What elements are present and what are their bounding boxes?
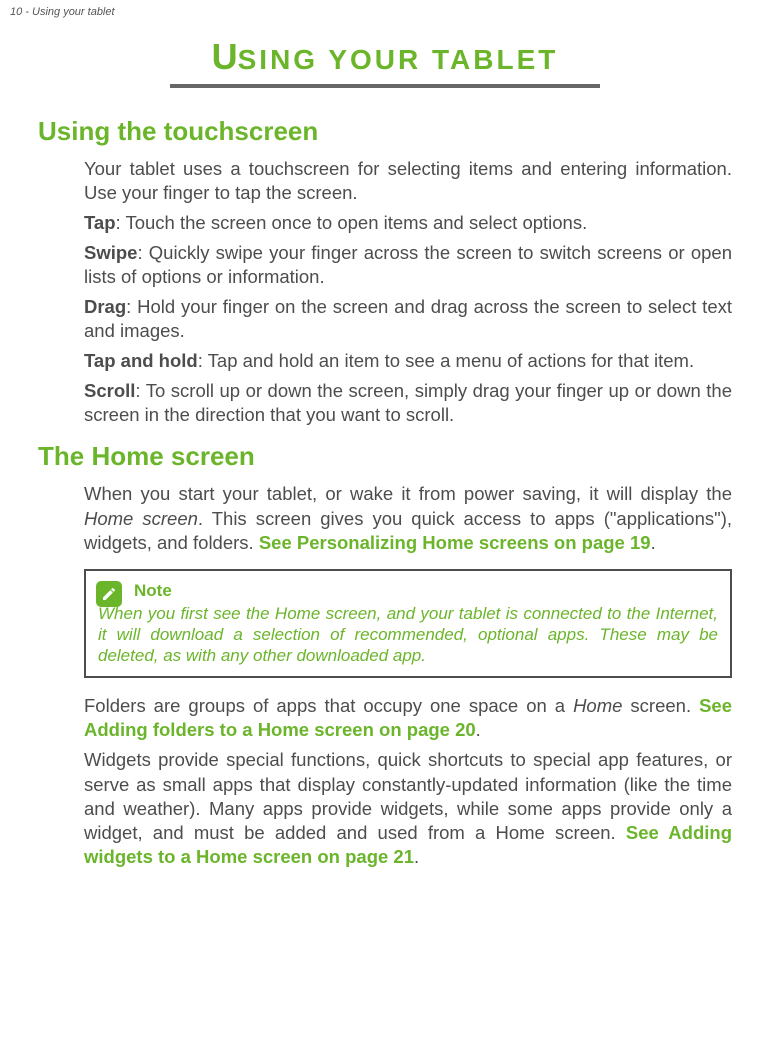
note-text: When you first see the Home screen, and … [98, 603, 718, 667]
scroll-text: : To scroll up or down the screen, simpl… [84, 380, 732, 425]
running-header: 10 - Using your tablet [10, 6, 732, 18]
widgets-b: . [414, 846, 419, 867]
swipe-label: Swipe [84, 242, 137, 263]
chapter-title-rest: SING YOUR TABLET [238, 44, 559, 75]
section-body-touchscreen: Your tablet uses a touchscreen for selec… [84, 157, 732, 427]
folders-paragraph: Folders are groups of apps that occupy o… [84, 694, 732, 742]
home-p1-italic: Home screen [84, 508, 198, 529]
tap-text: : Touch the screen once to open items an… [116, 212, 588, 233]
folders-c: . [476, 719, 481, 740]
drag-text: : Hold your finger on the screen and dra… [84, 296, 732, 341]
taphold-label: Tap and hold [84, 350, 198, 371]
section-heading-touchscreen: Using the touchscreen [38, 116, 732, 147]
taphold-paragraph: Tap and hold: Tap and hold an item to se… [84, 349, 732, 373]
section-heading-home: The Home screen [38, 441, 732, 472]
home-intro-paragraph: When you start your tablet, or wake it f… [84, 482, 732, 554]
scroll-paragraph: Scroll: To scroll up or down the screen,… [84, 379, 732, 427]
scroll-label: Scroll [84, 380, 135, 401]
folders-b: screen. [622, 695, 699, 716]
chapter-rule [170, 84, 600, 88]
swipe-paragraph: Swipe: Quickly swipe your finger across … [84, 241, 732, 289]
note-label: Note [134, 581, 718, 601]
home-p1-c: . [651, 532, 656, 553]
tap-label: Tap [84, 212, 116, 233]
link-personalizing[interactable]: See Personalizing Home screens on page 1… [259, 532, 651, 553]
section-body-home: When you start your tablet, or wake it f… [84, 482, 732, 868]
chapter-title: USING YOUR TABLET [38, 36, 732, 78]
note-box: Note When you first see the Home screen,… [84, 569, 732, 679]
swipe-text: : Quickly swipe your finger across the s… [84, 242, 732, 287]
taphold-text: : Tap and hold an item to see a menu of … [198, 350, 694, 371]
drag-label: Drag [84, 296, 126, 317]
pencil-icon [96, 581, 122, 607]
tap-paragraph: Tap: Touch the screen once to open items… [84, 211, 732, 235]
home-p1-a: When you start your tablet, or wake it f… [84, 483, 732, 504]
intro-paragraph: Your tablet uses a touchscreen for selec… [84, 157, 732, 205]
chapter-title-first-letter: U [212, 36, 238, 77]
widgets-paragraph: Widgets provide special functions, quick… [84, 748, 732, 868]
drag-paragraph: Drag: Hold your finger on the screen and… [84, 295, 732, 343]
folders-home-italic: Home [573, 695, 622, 716]
folders-a: Folders are groups of apps that occupy o… [84, 695, 573, 716]
page: 10 - Using your tablet USING YOUR TABLET… [0, 0, 770, 1054]
